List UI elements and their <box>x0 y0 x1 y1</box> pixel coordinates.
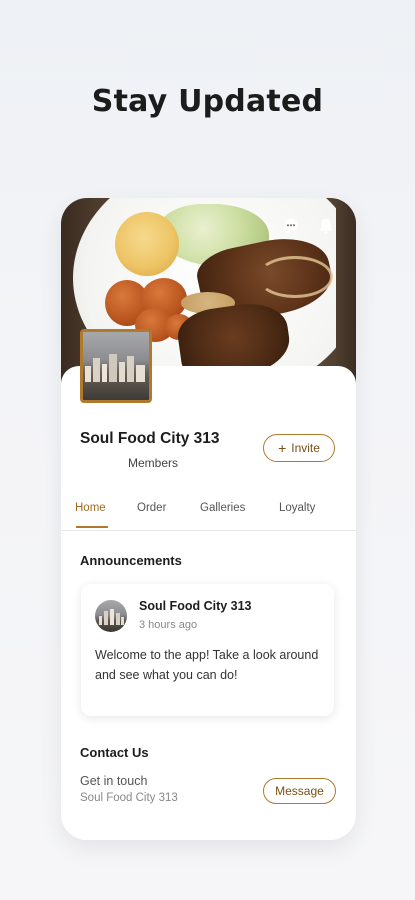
contact-title: Contact Us <box>80 745 149 760</box>
post-timestamp: 3 hours ago <box>139 619 198 631</box>
tab-order[interactable]: Order <box>137 502 166 514</box>
contact-business-name: Soul Food City 313 <box>80 792 178 804</box>
members-link[interactable]: Members <box>128 456 178 470</box>
app-screen: Soul Food City 313 Members + Invite Home… <box>61 198 356 840</box>
page-headline: Stay Updated <box>91 84 324 119</box>
tab-loyalty[interactable]: Loyalty <box>279 502 315 514</box>
bell-icon[interactable] <box>316 216 336 236</box>
tab-galleries[interactable]: Galleries <box>200 502 245 514</box>
announcement-post[interactable]: Soul Food City 313 3 hours ago Welcome t… <box>81 584 334 716</box>
business-name: Soul Food City 313 <box>80 430 220 447</box>
post-avatar <box>95 600 127 632</box>
chat-icon[interactable] <box>281 216 301 236</box>
business-avatar <box>80 329 152 403</box>
contact-subtitle: Get in touch <box>80 774 148 788</box>
message-button[interactable]: Message <box>263 778 336 804</box>
post-body: Welcome to the app! Take a look around a… <box>95 648 319 682</box>
invite-label: Invite <box>291 441 320 455</box>
tab-home[interactable]: Home <box>75 502 106 514</box>
plus-icon: + <box>278 440 287 456</box>
post-author: Soul Food City 313 <box>139 599 252 613</box>
announcements-title: Announcements <box>80 553 182 568</box>
active-tab-indicator <box>76 526 108 528</box>
invite-button[interactable]: + Invite <box>263 434 335 462</box>
